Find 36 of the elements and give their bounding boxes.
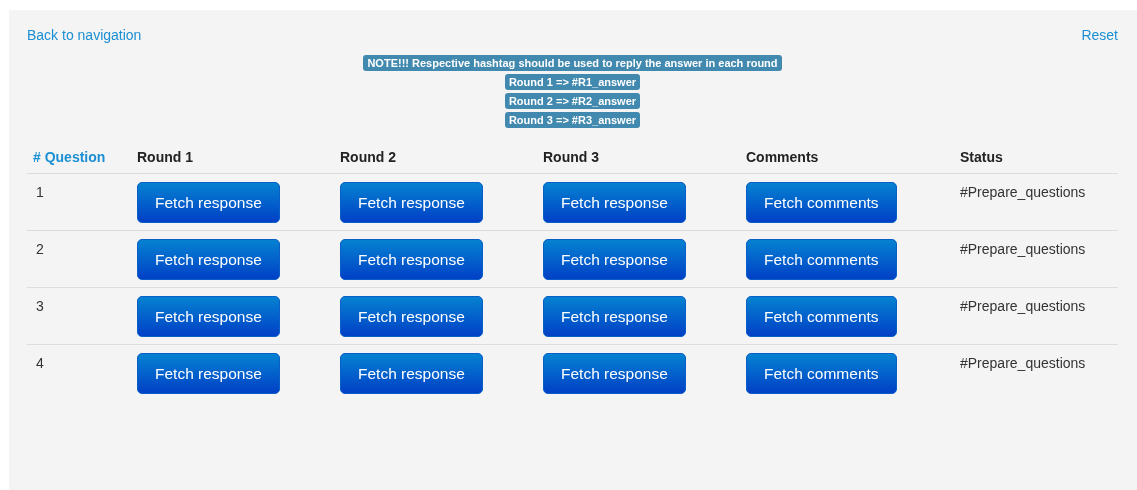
fetch-button[interactable]: Fetch response: [543, 353, 686, 394]
fetch-button[interactable]: Fetch response: [137, 296, 280, 337]
fetch-button[interactable]: Fetch response: [340, 182, 483, 223]
status-text: #Prepare_questions: [960, 241, 1086, 257]
note-label: Round 3 => #R3_answer: [504, 112, 641, 128]
fetch-button[interactable]: Fetch response: [340, 296, 483, 337]
question-number: 2: [36, 241, 44, 257]
column-header: Comments: [746, 149, 819, 165]
fetch-button[interactable]: Fetch response: [340, 353, 483, 394]
column-header: Round 1: [137, 149, 193, 165]
question-number: 1: [36, 184, 44, 200]
note-label: Round 2 => #R2_answer: [504, 93, 641, 109]
reset-link[interactable]: Reset: [1081, 27, 1118, 43]
sort-link[interactable]: # Question: [33, 149, 106, 165]
note-label: NOTE!!! Respective hashtag should be used to reply the answer in each round: [363, 55, 782, 71]
status-text: #Prepare_questions: [960, 355, 1086, 371]
fetch-button[interactable]: Fetch response: [340, 239, 483, 280]
fetch-button[interactable]: Fetch comments: [746, 353, 897, 394]
fetch-button[interactable]: Fetch comments: [746, 182, 897, 223]
fetch-button[interactable]: Fetch response: [137, 353, 280, 394]
note-label: Round 1 => #R1_answer: [504, 74, 641, 90]
fetch-button[interactable]: Fetch response: [543, 296, 686, 337]
column-header: Status: [960, 149, 1003, 165]
column-header: Round 2: [340, 149, 396, 165]
status-text: #Prepare_questions: [960, 184, 1086, 200]
fetch-button[interactable]: Fetch comments: [746, 296, 897, 337]
fetch-button[interactable]: Fetch response: [543, 239, 686, 280]
fetch-button[interactable]: Fetch response: [543, 182, 686, 223]
status-text: #Prepare_questions: [960, 298, 1086, 314]
column-header: Round 3: [543, 149, 599, 165]
fetch-button[interactable]: Fetch response: [137, 182, 280, 223]
back-link[interactable]: Back to navigation: [27, 27, 142, 43]
fetch-button[interactable]: Fetch response: [137, 239, 280, 280]
question-number: 4: [36, 355, 44, 371]
fetch-button[interactable]: Fetch comments: [746, 239, 897, 280]
question-number: 3: [36, 298, 44, 314]
